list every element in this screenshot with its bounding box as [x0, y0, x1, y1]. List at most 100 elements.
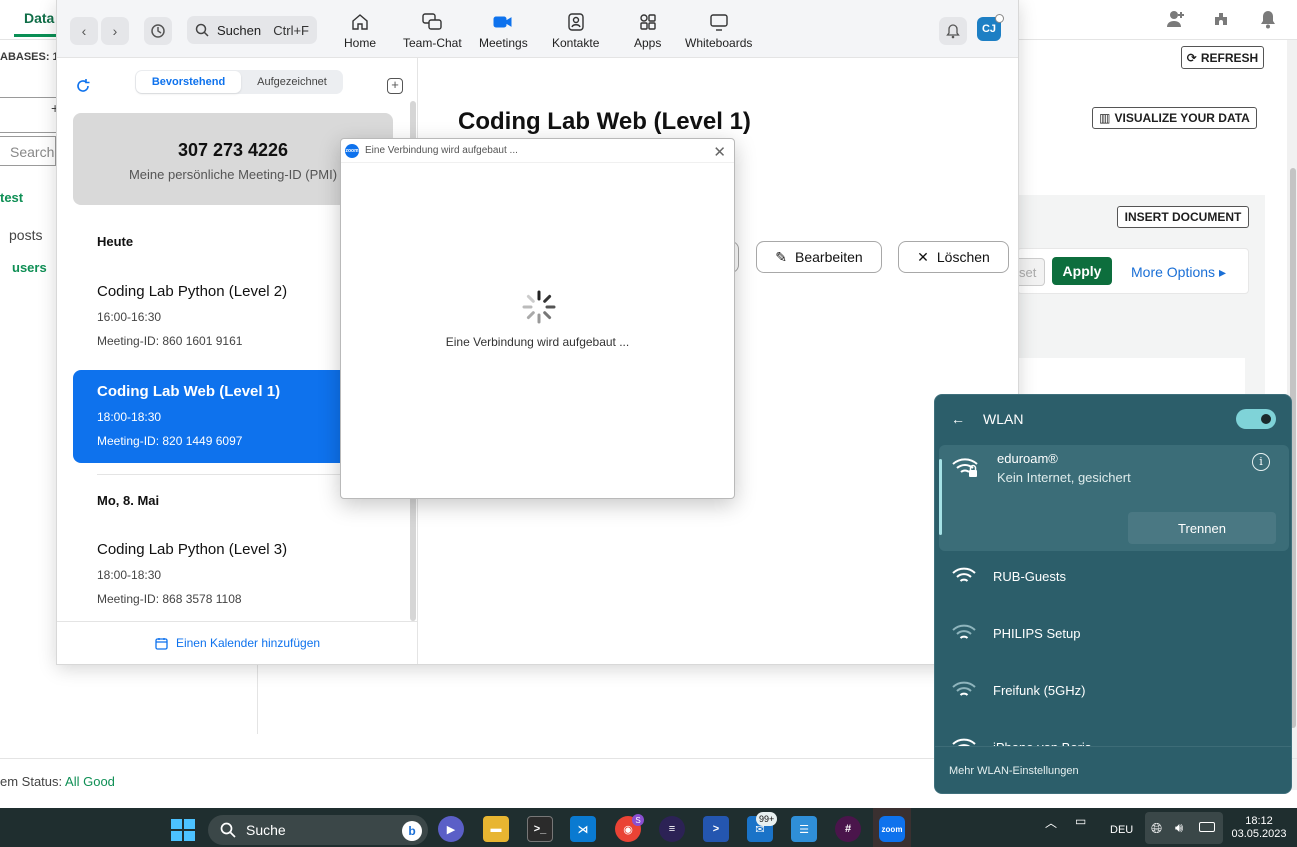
- wifi-icon: [952, 624, 976, 639]
- collection-item-posts[interactable]: posts: [9, 227, 42, 243]
- close-icon: ✕: [917, 248, 929, 265]
- nav-meetings[interactable]: Meetings: [479, 12, 528, 50]
- forward-button[interactable]: ›: [101, 17, 129, 45]
- clock-time: 18:12: [1245, 815, 1273, 827]
- meeting-title: Coding Lab Web (Level 1): [97, 383, 281, 400]
- reset-button[interactable]: set: [1017, 258, 1045, 286]
- document-card: [1017, 358, 1245, 394]
- wlan-flyout: ← WLAN eduroam® Kein Internet, gesichert…: [934, 394, 1292, 794]
- terminal-icon[interactable]: >_: [527, 816, 553, 842]
- wifi-secured-icon: [952, 458, 978, 477]
- insert-document-button[interactable]: INSERT DOCUMENT: [1117, 206, 1249, 228]
- windows-start-icon[interactable]: [171, 819, 195, 841]
- database-item-test[interactable]: test: [0, 190, 23, 205]
- network-name: Freifunk (5GHz): [993, 682, 1086, 698]
- visualize-data-button[interactable]: ▥ VISUALIZE YOUR DATA: [1092, 107, 1257, 129]
- back-button[interactable]: ‹: [70, 17, 98, 45]
- network-name: PHILIPS Setup: [993, 625, 1081, 641]
- more-options-link[interactable]: More Options ▸: [1131, 264, 1226, 281]
- caret-right-icon: ▸: [1218, 264, 1226, 280]
- tab-data[interactable]: Data: [24, 10, 54, 26]
- network-item-active[interactable]: eduroam® Kein Internet, gesichert: [935, 451, 1291, 495]
- meeting-item-selected[interactable]: Coding Lab Web (Level 1) 18:00-18:30 Mee…: [73, 370, 363, 463]
- meeting-item[interactable]: Coding Lab Python (Level 2) 16:00-16:30 …: [73, 273, 363, 353]
- close-icon[interactable]: ✕: [713, 143, 726, 161]
- meeting-id: Meeting-ID: 820 1449 6097: [97, 434, 243, 448]
- nav-team-chat[interactable]: Team-Chat: [403, 12, 462, 50]
- tab-upcoming[interactable]: Bevorstehend: [136, 71, 241, 93]
- meeting-id: Meeting-ID: 860 1601 9161: [97, 334, 243, 348]
- powershell-icon[interactable]: >: [703, 816, 729, 842]
- disconnect-button[interactable]: Trennen: [1128, 512, 1276, 544]
- search-icon: [195, 23, 209, 37]
- edit-button[interactable]: ✎ Bearbeiten: [756, 241, 882, 273]
- nav-contacts[interactable]: Kontakte: [552, 12, 599, 50]
- loading-spinner-icon: [522, 290, 556, 324]
- meeting-detail-title: Coding Lab Web (Level 1): [458, 108, 751, 135]
- bell-icon: [946, 24, 960, 39]
- bell-icon[interactable]: [1255, 6, 1281, 32]
- delete-button[interactable]: ✕ Löschen: [898, 241, 1009, 273]
- more-wlan-settings-link[interactable]: Mehr WLAN-Einstellungen: [935, 746, 1291, 793]
- puzzle-icon[interactable]: [1209, 6, 1235, 32]
- wifi-icon: [952, 681, 976, 696]
- add-user-icon[interactable]: [1163, 6, 1189, 32]
- file-explorer-icon[interactable]: ▬: [483, 816, 509, 842]
- vscode-icon[interactable]: ⋊: [570, 816, 596, 842]
- mail-badge: 99+: [756, 812, 778, 826]
- language-indicator[interactable]: DEU: [1110, 824, 1133, 836]
- notifications-button[interactable]: [939, 17, 967, 45]
- eclipse-icon[interactable]: ≡: [659, 816, 685, 842]
- keyboard-icon[interactable]: ▭: [1075, 814, 1086, 828]
- slack-icon[interactable]: #: [835, 816, 861, 842]
- apply-button[interactable]: Apply: [1052, 257, 1112, 285]
- status-value[interactable]: All Good: [65, 774, 115, 789]
- back-arrow-icon[interactable]: ←: [951, 411, 965, 427]
- zoom-search-input[interactable]: Suchen Ctrl+F: [187, 16, 317, 44]
- battery-icon: [1199, 822, 1215, 832]
- chevron-left-icon: ‹: [81, 23, 87, 39]
- day-header-today: Heute: [97, 234, 134, 249]
- add-calendar-link[interactable]: Einen Kalender hinzufügen: [57, 621, 418, 664]
- create-database-row: [0, 97, 56, 133]
- bing-icon: b: [402, 821, 422, 841]
- wlan-toggle[interactable]: [1236, 409, 1276, 429]
- chevron-up-icon[interactable]: ︿: [1045, 814, 1057, 831]
- namespace-search-input[interactable]: Search: [0, 136, 56, 166]
- meetings-tab-switch: Bevorstehend Aufgezeichnet: [135, 70, 343, 94]
- collection-item-users[interactable]: users: [12, 260, 47, 275]
- info-icon[interactable]: i: [1252, 453, 1270, 471]
- search-shortcut: Ctrl+F: [273, 22, 309, 38]
- nav-whiteboards[interactable]: Whiteboards: [685, 12, 752, 50]
- dialog-titlebar: zoom Eine Verbindung wird aufgebaut ...: [341, 139, 734, 163]
- apps-icon: [639, 12, 657, 32]
- zoom-app-icon[interactable]: zoom: [879, 816, 905, 842]
- video-camera-icon: [493, 12, 513, 32]
- tab-recorded[interactable]: Aufgezeichnet: [241, 71, 343, 93]
- history-button[interactable]: [144, 17, 172, 45]
- teams-app-icon[interactable]: ▶: [438, 816, 464, 842]
- meeting-time: 18:00-18:30: [97, 410, 162, 424]
- wlan-title: WLAN: [983, 411, 1024, 427]
- quick-settings-button[interactable]: 🌐︎ 🔊︎: [1145, 812, 1223, 844]
- connecting-dialog: zoom Eine Verbindung wird aufgebaut ... …: [340, 138, 735, 499]
- zoom-toolbar: ‹ › Suchen Ctrl+F Home Team-Chat Meeting…: [57, 0, 1018, 58]
- network-item[interactable]: RUB-Guests: [935, 548, 1291, 604]
- calendar-icon: [155, 637, 168, 650]
- meeting-item[interactable]: Coding Lab Python (Level 3) 18:00-18:30 …: [73, 531, 363, 611]
- refresh-icon[interactable]: [75, 78, 91, 99]
- add-meeting-icon[interactable]: +: [387, 78, 403, 94]
- clock-date: 03.05.2023: [1231, 828, 1287, 840]
- contacts-icon: [567, 12, 585, 32]
- network-item[interactable]: Freifunk (5GHz): [935, 662, 1291, 718]
- chart-icon: ▥: [1099, 111, 1111, 125]
- network-item[interactable]: PHILIPS Setup: [935, 605, 1291, 661]
- clock[interactable]: 18:12 03.05.2023: [1228, 815, 1290, 841]
- taskbar-search[interactable]: Suche b: [208, 815, 428, 845]
- notepad-icon[interactable]: ☰: [791, 816, 817, 842]
- nav-apps[interactable]: Apps: [634, 12, 661, 50]
- nav-home[interactable]: Home: [344, 12, 376, 50]
- refresh-button[interactable]: ⟳ REFRESH: [1181, 46, 1264, 69]
- whiteboard-icon: [709, 12, 729, 32]
- speaker-icon: 🔊︎: [1175, 820, 1184, 835]
